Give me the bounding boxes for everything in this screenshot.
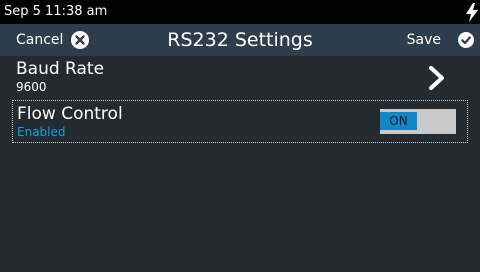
toggle-on-label: ON: [380, 112, 417, 130]
baud-rate-value: 9600: [16, 80, 47, 94]
save-button[interactable]: Save: [407, 24, 474, 56]
flow-control-toggle[interactable]: ON: [380, 109, 456, 134]
close-circle-icon: [71, 31, 90, 49]
flow-control-row[interactable]: Flow Control Enabled ON: [12, 100, 468, 143]
chevron-right-icon[interactable]: [428, 66, 446, 90]
lightning-bolt-icon: [466, 3, 478, 22]
status-time: Sep 5 11:38 am: [4, 4, 108, 19]
status-bar: Sep 5 11:38 am: [0, 0, 480, 24]
cancel-button[interactable]: Cancel: [16, 24, 90, 56]
save-label: Save: [406, 32, 441, 48]
cancel-label: Cancel: [16, 32, 64, 48]
flow-control-value: Enabled: [17, 125, 66, 139]
check-circle-icon: [458, 32, 474, 48]
flow-control-title: Flow Control: [17, 104, 123, 124]
header-bar: RS232 Settings Cancel Save: [0, 24, 480, 56]
baud-rate-title: Baud Rate: [16, 59, 105, 79]
baud-rate-row[interactable]: Baud Rate 9600: [12, 56, 468, 98]
